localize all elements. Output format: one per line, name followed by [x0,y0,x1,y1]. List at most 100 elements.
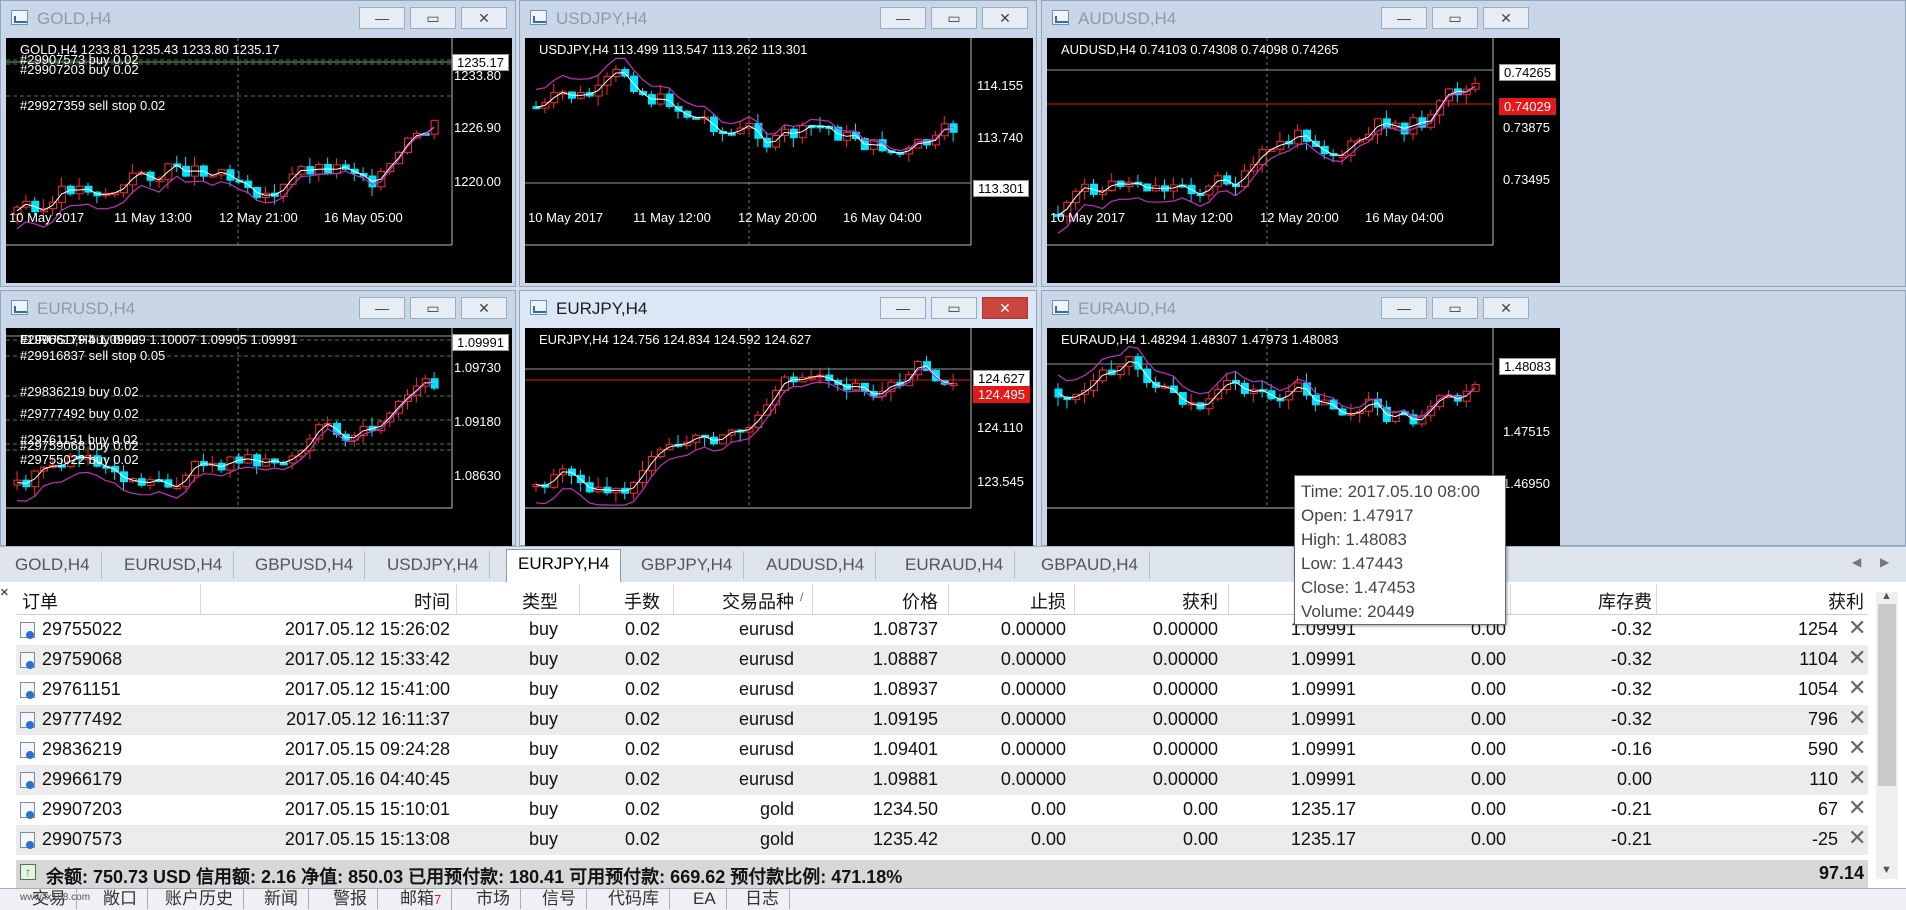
window-titlebar[interactable]: AUDUSD,H4 — ▭ ✕ [1042,1,1905,37]
tab-scroll-left-icon[interactable]: ◀ [1852,555,1861,569]
maximize-button[interactable]: ▭ [410,7,456,29]
chart-header: USDJPY,H4 113.499 113.547 113.262 113.30… [539,42,808,57]
chart-window-gold[interactable]: GOLD,H4 — ▭ ✕ GOLD,H4 1233.81 1235.43 12… [0,0,516,287]
close-button[interactable]: ✕ [1483,7,1529,29]
close-button[interactable]: ✕ [1483,297,1529,319]
table-row[interactable]: 29755022 2017.05.12 15:26:02 buy 0.02 eurusd… [16,615,1868,645]
tab-exposure[interactable]: 敞口 [93,889,148,909]
column-header-price[interactable]: 价格 [816,588,938,614]
tab-gbpaud[interactable]: GBPAUD,H4 [1030,551,1150,579]
scroll-up-icon[interactable]: ▲ [1881,590,1892,602]
column-header-order[interactable]: 订单 [22,588,58,614]
table-row[interactable]: 29907573 2017.05.15 15:13:08 buy 0.02 gold 12… [16,825,1868,855]
time-axis-label: 12 May 20:00 [738,210,817,225]
column-header-symbol[interactable]: 交易品种 [676,588,794,614]
minimize-button[interactable]: — [880,7,926,29]
minimize-button[interactable]: — [359,7,405,29]
tab-gold[interactable]: GOLD,H4 [4,551,102,579]
close-button[interactable]: ✕ [461,297,507,319]
table-row[interactable]: 29966179 2017.05.16 04:40:45 buy 0.02 eurusd… [16,765,1868,795]
column-header-sl[interactable]: 止损 [956,588,1066,614]
tab-audusd[interactable]: AUDUSD,H4 [755,551,877,579]
maximize-button[interactable]: ▭ [410,297,456,319]
tooltip-high: High: 1.48083 [1301,530,1407,549]
chart-canvas[interactable]: EURUSD,H4 1.09909 1.10007 1.09905 1.0999… [6,328,512,546]
tab-code-base[interactable]: 代码库 [598,889,670,909]
chart-window-eurjpy[interactable]: EURJPY,H4 — ▭ ✕ EURJPY,H4 124.756 124.83… [519,290,1037,546]
chart-canvas[interactable]: AUDUSD,H4 0.74103 0.74308 0.74098 0.7426… [1047,38,1560,283]
scrollbar-thumb[interactable] [1878,604,1896,786]
order-tp: 0.00000 [1152,649,1218,669]
tab-journal[interactable]: 日志 [735,889,790,909]
window-titlebar[interactable]: EURAUD,H4 — ▭ ✕ [1042,291,1905,327]
table-row[interactable]: 29761151 2017.05.12 15:41:00 buy 0.02 eurusd… [16,675,1868,705]
terminal-close-icon[interactable]: × [0,584,9,601]
window-titlebar[interactable]: EURJPY,H4 — ▭ ✕ [520,291,1036,327]
price-axis-label: 0.73495 [1503,172,1550,187]
maximize-button[interactable]: ▭ [1432,7,1478,29]
tab-usdjpy[interactable]: USDJPY,H4 [376,551,491,579]
order-sl: 0.00 [1030,829,1066,849]
window-titlebar[interactable]: USDJPY,H4 — ▭ ✕ [520,1,1036,37]
minimize-button[interactable]: — [1381,7,1427,29]
maximize-button[interactable]: ▭ [1432,297,1478,319]
tab-signals[interactable]: 信号 [532,889,587,909]
scroll-down-icon[interactable]: ▼ [1881,864,1892,876]
tab-scroll-right-icon[interactable]: ▶ [1880,555,1889,569]
chart-canvas[interactable]: GOLD,H4 1233.81 1235.43 1233.80 1235.17 … [6,38,512,283]
order-swap: 0.00 [1616,769,1652,789]
column-header-swap[interactable]: 库存费 [1516,588,1652,614]
tab-alerts[interactable]: 警报 [323,889,378,909]
maximize-button[interactable]: ▭ [931,297,977,319]
order-price: 1.08937 [872,679,938,699]
balance-arrow-icon[interactable]: ↑ [20,864,36,880]
close-order-icon[interactable]: ✕ [1848,707,1866,729]
chart-window-usdjpy[interactable]: USDJPY,H4 — ▭ ✕ USDJPY,H4 113.499 113.54… [519,0,1037,287]
tab-account-history[interactable]: 账户历史 [155,889,244,909]
chart-canvas[interactable]: EURJPY,H4 124.756 124.834 124.592 124.62… [525,328,1033,546]
table-row[interactable]: 29836219 2017.05.15 09:24:28 buy 0.02 eurusd… [16,735,1868,765]
chart-window-eurusd[interactable]: EURUSD,H4 — ▭ ✕ EURUSD,H4 1.09909 1.1000… [0,290,516,546]
close-order-icon[interactable]: ✕ [1848,617,1866,639]
maximize-button[interactable]: ▭ [931,7,977,29]
minimize-button[interactable]: — [1381,297,1427,319]
close-order-icon[interactable]: ✕ [1848,797,1866,819]
order-profit: 110 [1809,769,1838,789]
close-button[interactable]: ✕ [461,7,507,29]
tab-market[interactable]: 市场 [466,889,521,909]
table-row[interactable]: 29759068 2017.05.12 15:33:42 buy 0.02 eurusd… [16,645,1868,675]
tab-ea[interactable]: EA [683,889,727,909]
table-row[interactable]: 29907203 2017.05.15 15:10:01 buy 0.02 gold 12… [16,795,1868,825]
window-titlebar[interactable]: GOLD,H4 — ▭ ✕ [1,1,515,37]
order-icon [20,772,35,789]
column-header-type[interactable]: 类型 [458,588,558,614]
chart-header: AUDUSD,H4 0.74103 0.74308 0.74098 0.7426… [1061,42,1339,57]
window-titlebar[interactable]: EURUSD,H4 — ▭ ✕ [1,291,515,327]
close-order-icon[interactable]: ✕ [1848,767,1866,789]
order-icon [20,832,35,849]
close-order-icon[interactable]: ✕ [1848,827,1866,849]
tab-mailbox[interactable]: 邮箱7 [390,889,453,910]
order-commission: 0.00 [1470,679,1506,699]
minimize-button[interactable]: — [359,297,405,319]
column-header-lots[interactable]: 手数 [580,588,660,614]
close-order-icon[interactable]: ✕ [1848,647,1866,669]
chart-window-audusd[interactable]: AUDUSD,H4 — ▭ ✕ AUDUSD,H4 0.74103 0.7430… [1041,0,1906,287]
minimize-button[interactable]: — [880,297,926,319]
close-button[interactable]: ✕ [982,297,1028,319]
tab-news[interactable]: 新闻 [254,889,309,909]
close-button[interactable]: ✕ [982,7,1028,29]
close-order-icon[interactable]: ✕ [1848,737,1866,759]
column-header-time[interactable]: 时间 [216,588,450,614]
tab-eurjpy[interactable]: EURJPY,H4 [506,549,622,582]
tab-gbpjpy[interactable]: GBPJPY,H4 [630,551,745,579]
table-row[interactable]: 29777492 2017.05.12 16:11:37 buy 0.02 eurusd… [16,705,1868,735]
tab-euraud[interactable]: EURAUD,H4 [894,551,1016,579]
order-commission: 0.00 [1470,739,1506,759]
tab-gbpusd[interactable]: GBPUSD,H4 [244,551,366,579]
chart-canvas[interactable]: USDJPY,H4 113.499 113.547 113.262 113.30… [525,38,1033,283]
column-header-profit[interactable]: 获利 [1656,588,1864,614]
column-header-tp[interactable]: 获利 [1080,588,1218,614]
close-order-icon[interactable]: ✕ [1848,677,1866,699]
tab-eurusd[interactable]: EURUSD,H4 [113,551,235,579]
